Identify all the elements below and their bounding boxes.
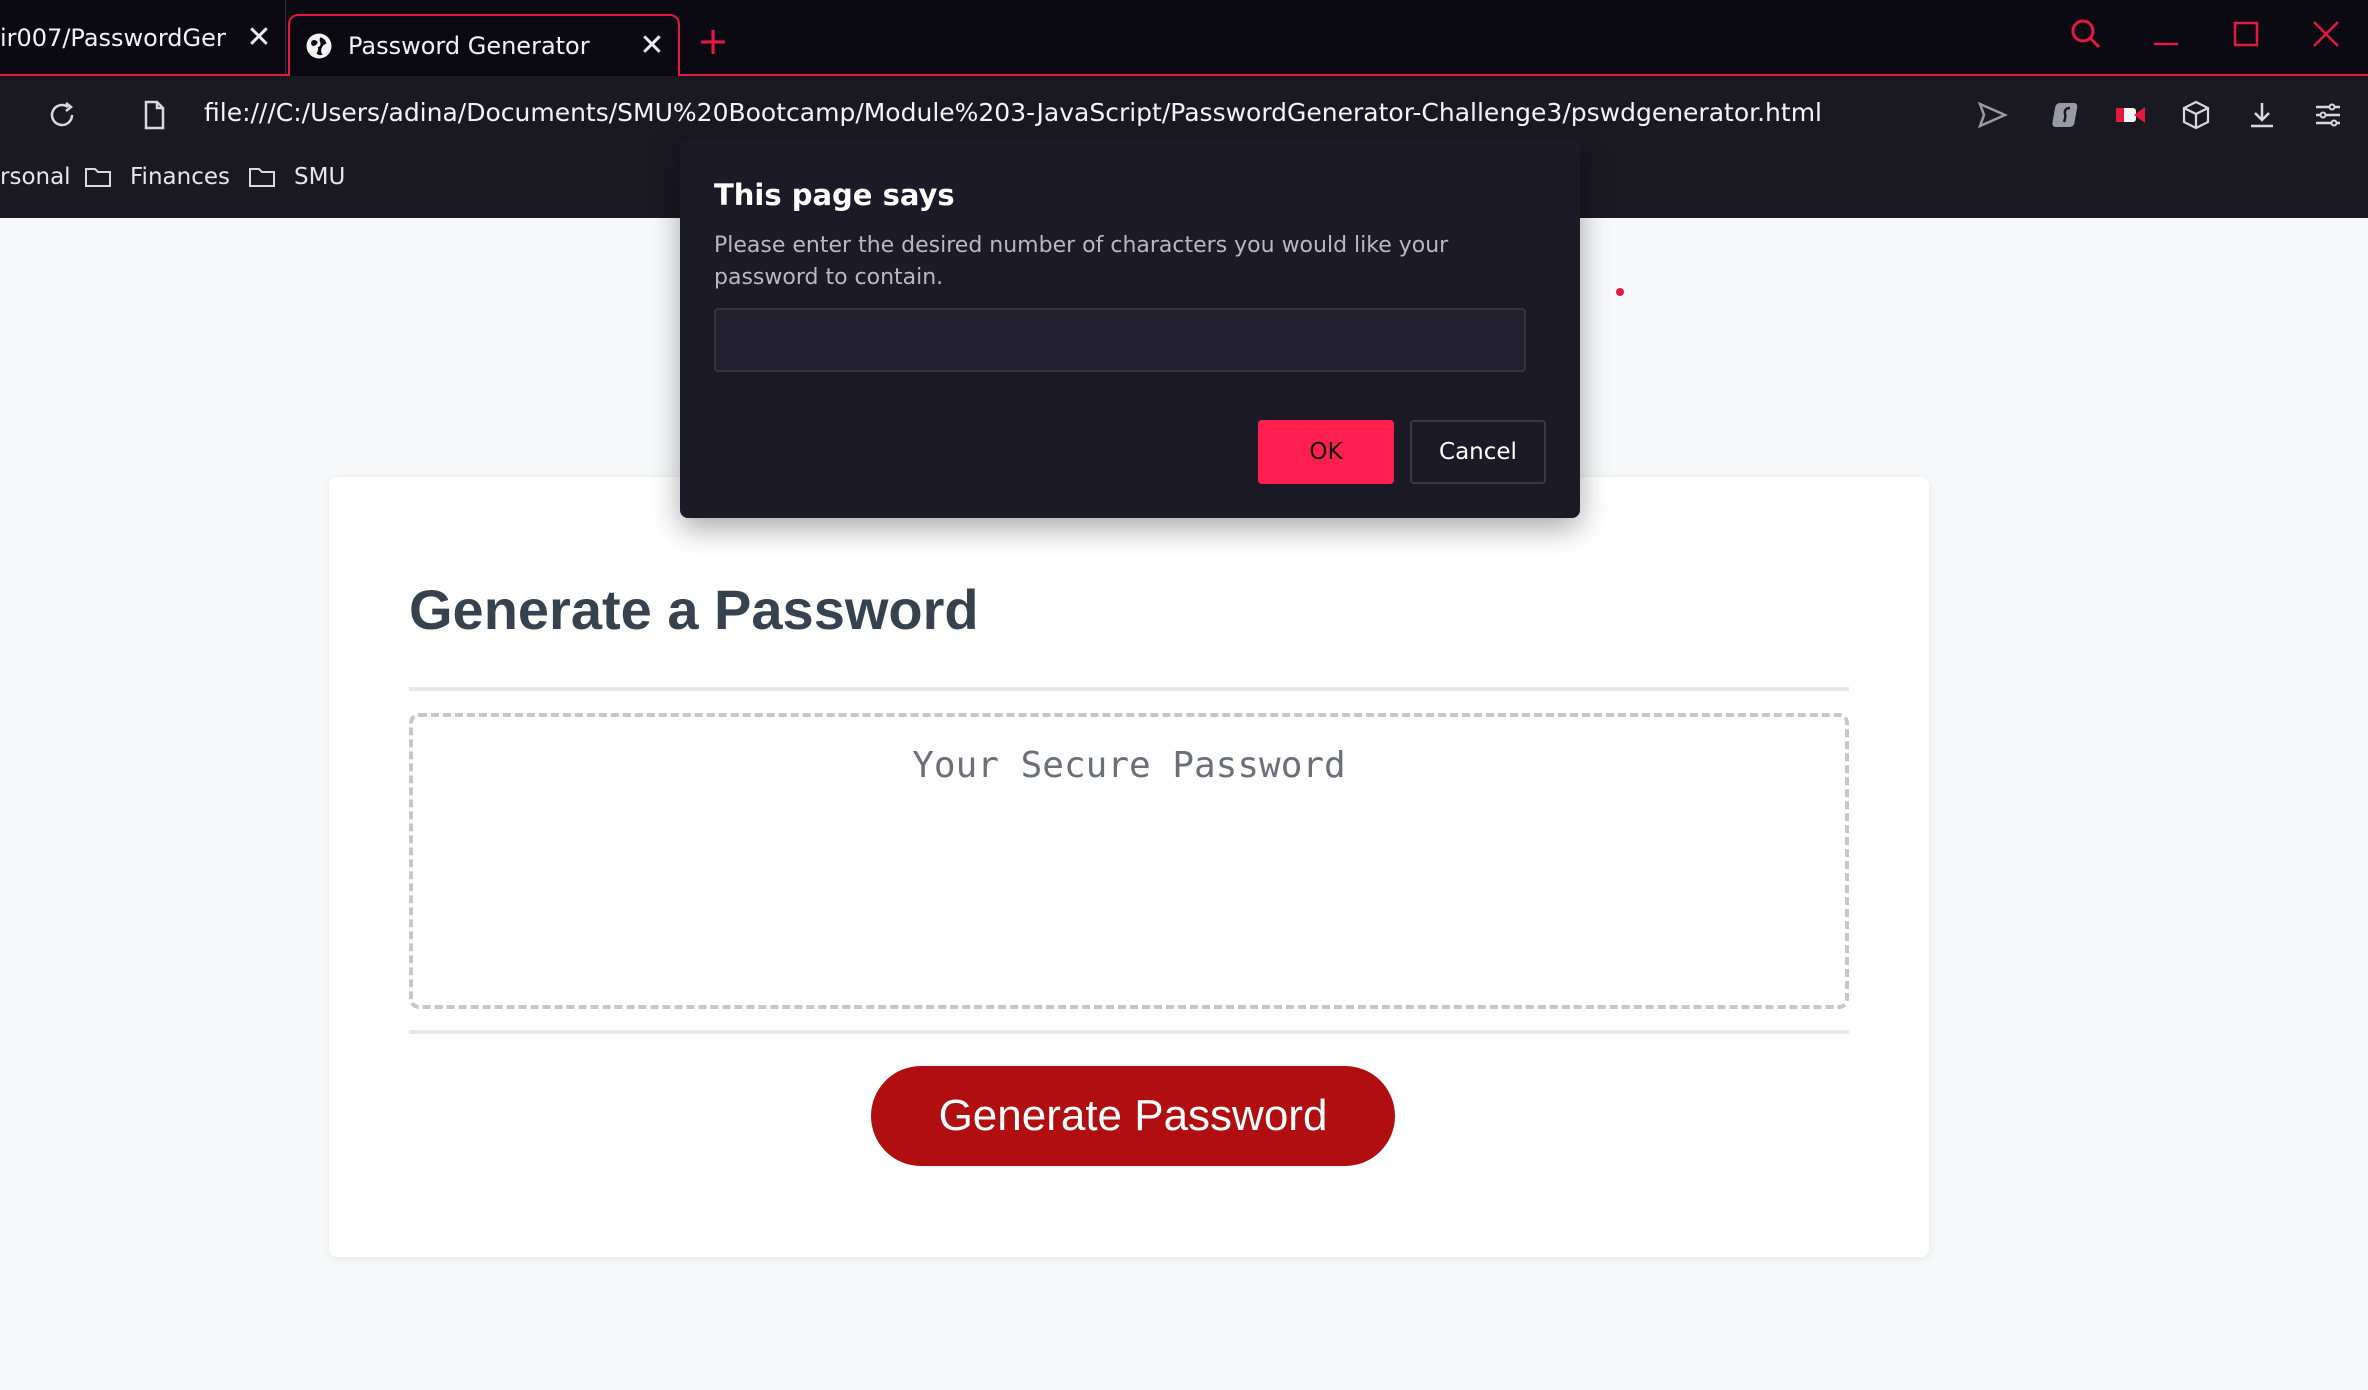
tab-title: ir007/PasswordGenera <box>0 24 226 52</box>
ok-button[interactable]: OK <box>1258 420 1394 484</box>
search-icon[interactable] <box>2066 14 2106 54</box>
close-icon[interactable]: ✕ <box>638 31 666 61</box>
bookmark-label: rsonal <box>0 164 71 190</box>
video-extension-icon[interactable] <box>2112 97 2148 133</box>
bookmark-label: SMU <box>294 164 346 190</box>
extension-icon[interactable] <box>2050 97 2086 133</box>
folder-icon <box>85 168 111 187</box>
password-output[interactable]: Your Secure Password <box>409 713 1849 1009</box>
red-dot <box>1616 288 1624 296</box>
dialog-input[interactable] <box>714 308 1526 372</box>
cube-icon[interactable] <box>2178 97 2214 133</box>
maximize-icon[interactable] <box>2226 14 2266 54</box>
minimize-icon[interactable] <box>2146 14 2186 54</box>
bookmark-finances[interactable]: Finances <box>84 164 230 190</box>
bookmark-personal[interactable]: rsonal <box>0 164 71 190</box>
address-bar[interactable]: file:///C:/Users/adina/Documents/SMU%20B… <box>204 98 1822 127</box>
bookmark-label: Finances <box>130 164 230 190</box>
menu-icon[interactable] <box>2310 97 2346 133</box>
password-card: Generate a Password Your Secure Password… <box>329 477 1929 1257</box>
tab-password-generator[interactable]: Password Generator ✕ <box>288 14 680 76</box>
globe-icon <box>306 33 332 59</box>
dialog-message: Please enter the desired number of chara… <box>714 233 1449 290</box>
dialog-title: This page says <box>714 178 955 212</box>
send-icon[interactable] <box>1974 97 2010 133</box>
cancel-button[interactable]: Cancel <box>1410 420 1546 484</box>
prompt-dialog: This page says Please enter the desired … <box>680 140 1580 518</box>
page-title: Generate a Password <box>409 578 979 641</box>
close-window-icon[interactable] <box>2306 14 2346 54</box>
page-file-icon[interactable] <box>136 97 172 133</box>
new-tab-button[interactable]: + <box>696 22 730 60</box>
close-icon[interactable]: ✕ <box>245 23 273 53</box>
divider <box>409 1030 1849 1034</box>
bookmark-smu[interactable]: SMU <box>248 164 345 190</box>
download-icon[interactable] <box>2244 97 2280 133</box>
tab-bar: ir007/PasswordGenera ✕ Password Generato… <box>0 0 2368 76</box>
reload-icon[interactable] <box>44 97 80 133</box>
tab-title: Password Generator <box>348 32 590 60</box>
folder-icon <box>249 168 275 187</box>
generate-password-button[interactable]: Generate Password <box>871 1066 1395 1166</box>
divider <box>409 687 1849 691</box>
tab-password-generator-repo[interactable]: ir007/PasswordGenera ✕ <box>0 0 286 76</box>
